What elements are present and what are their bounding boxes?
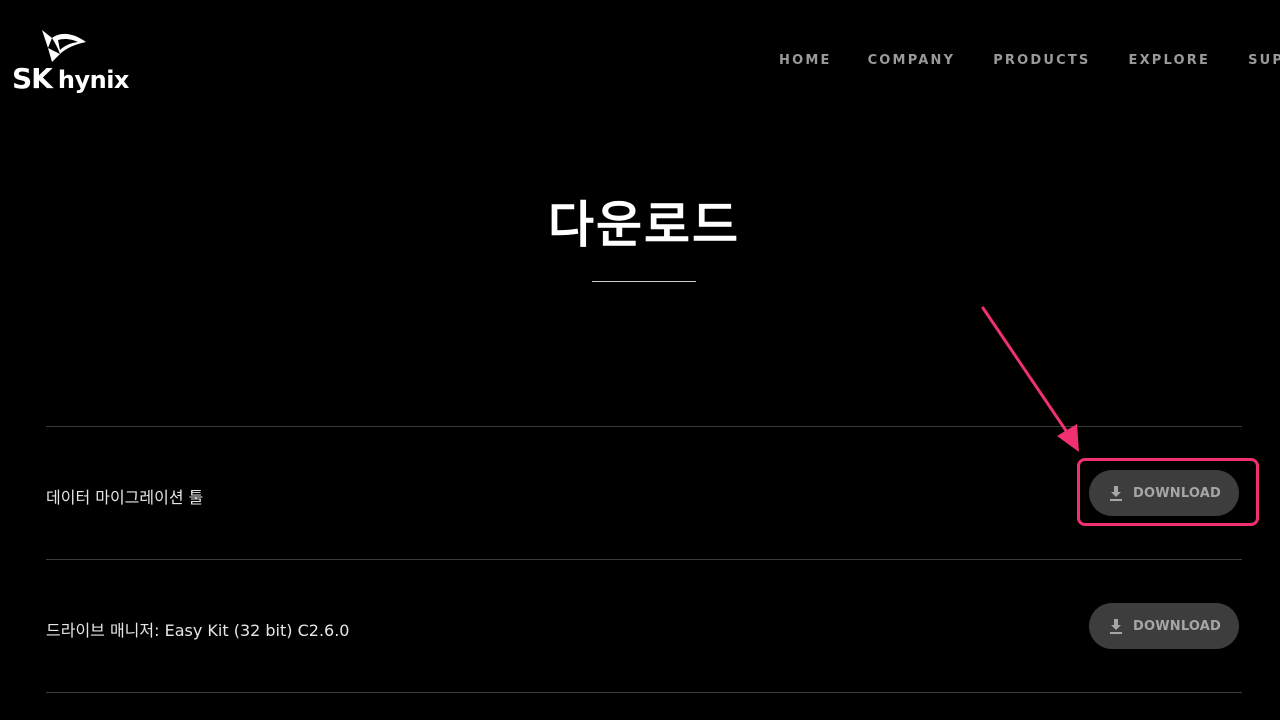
download-button-label: DOWNLOAD: [1132, 618, 1222, 634]
nav-item-company[interactable]: COMPANY: [868, 53, 956, 68]
download-button-label: DOWNLOAD: [1132, 485, 1222, 501]
download-icon: [1109, 619, 1122, 634]
logo-wordmark: SK hynix: [12, 62, 129, 95]
download-item-label: 드라이브 매니저: Easy Kit (32 bit) C2.6.0: [46, 621, 350, 640]
nav-item-support[interactable]: SUPPORT: [1248, 53, 1280, 68]
main-nav: HOME COMPANY PRODUCTS EXPLORE SUPPORT: [779, 53, 1280, 68]
nav-item-products[interactable]: PRODUCTS: [993, 53, 1090, 68]
list-divider: [46, 426, 1242, 427]
download-button[interactable]: DOWNLOAD: [1089, 603, 1239, 649]
page: SK hynix HOME COMPANY PRODUCTS EXPLORE SU…: [0, 0, 1280, 720]
nav-item-explore[interactable]: EXPLORE: [1129, 53, 1211, 68]
page-title: 다운로드: [548, 196, 740, 254]
list-divider: [46, 559, 1242, 560]
logo-sk-text: SK: [12, 62, 53, 95]
logo-hynix-text: hynix: [57, 66, 130, 94]
sk-hynix-logo[interactable]: SK hynix: [12, 28, 142, 98]
download-item-label: 데이터 마이그레이션 툴: [46, 488, 204, 507]
nav-item-home[interactable]: HOME: [779, 53, 832, 68]
download-button[interactable]: DOWNLOAD: [1089, 470, 1239, 516]
list-divider: [46, 692, 1242, 693]
download-icon: [1109, 486, 1122, 501]
annotation-arrow-icon: [981, 306, 1079, 452]
title-underline: [592, 281, 696, 282]
butterfly-logo-icon: [42, 30, 86, 62]
